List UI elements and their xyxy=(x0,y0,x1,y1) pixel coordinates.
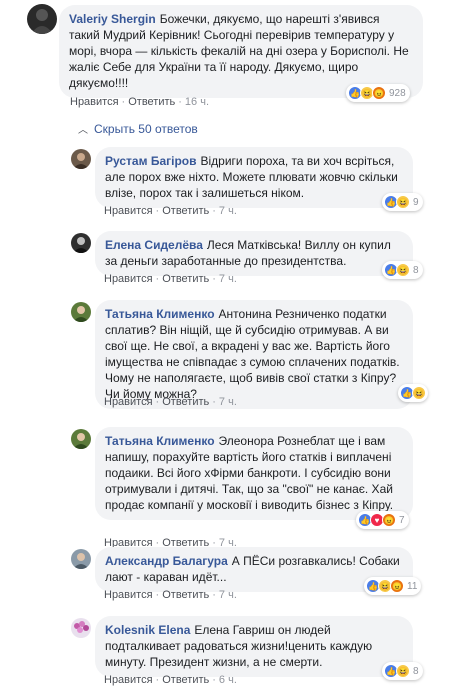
avatar-image xyxy=(74,621,89,633)
avatar[interactable] xyxy=(71,549,91,569)
reaction-summary[interactable]: 👍 ♥ 😠 7 xyxy=(356,511,409,529)
avatar-image xyxy=(73,153,89,169)
avatar-image xyxy=(73,553,89,569)
comment-actions: Нравится · Ответить · 16 ч. xyxy=(70,96,210,108)
reaction-count: 928 xyxy=(389,87,406,99)
avatar[interactable] xyxy=(71,618,91,638)
comment-bubble: Kolesnik Elena Елена Гавриш он людей подт… xyxy=(95,616,413,677)
comment-bubble: Татьяна Клименко Антонина Резниченко пода… xyxy=(95,300,413,409)
comment-author[interactable]: Александр Балагура xyxy=(105,554,228,568)
reaction-summary[interactable]: 👍 😆 9 xyxy=(382,193,423,211)
comment-actions: Нравится · Ответить · 7 ч. xyxy=(104,396,237,408)
avatar-image xyxy=(73,306,89,322)
reply-link[interactable]: Ответить xyxy=(162,589,209,601)
comment-author[interactable]: Татьяна Клименко xyxy=(105,307,215,321)
comment-author[interactable]: Татьяна Клименко xyxy=(105,434,215,448)
like-link[interactable]: Нравится xyxy=(104,396,153,408)
comment-time[interactable]: 7 ч. xyxy=(219,589,237,601)
reaction-summary[interactable]: 👍 😆 xyxy=(398,384,428,402)
like-link[interactable]: Нравится xyxy=(104,205,153,217)
avatar[interactable] xyxy=(27,4,57,34)
comment-actions: Нравится · Ответить · 7 ч. xyxy=(104,273,237,285)
avatar[interactable] xyxy=(71,429,91,449)
comment-author[interactable]: Елена Сиделёва xyxy=(105,238,203,252)
comment-actions: Нравится · Ответить · 6 ч. xyxy=(104,674,237,686)
reply-link[interactable]: Ответить xyxy=(162,674,209,686)
reaction-count: 8 xyxy=(413,665,419,677)
reaction-count: 7 xyxy=(399,514,405,526)
angry-icon: 😠 xyxy=(390,579,404,593)
chevron-up-icon: ︿ xyxy=(78,125,88,136)
like-link[interactable]: Нравится xyxy=(104,674,153,686)
avatar-image xyxy=(31,9,53,34)
hide-replies-label: Скрыть 50 ответов xyxy=(94,121,198,136)
avatar-image xyxy=(73,237,89,253)
comment-bubble: Татьяна Клименко Элеонора Рознеблат ще і … xyxy=(95,427,413,520)
like-link[interactable]: Нравится xyxy=(104,589,153,601)
like-link[interactable]: Нравится xyxy=(70,96,119,108)
comment-author[interactable]: Kolesnik Elena xyxy=(105,623,190,637)
comment-time[interactable]: 6 ч. xyxy=(219,674,237,686)
haha-icon: 😆 xyxy=(396,664,410,678)
avatar-image xyxy=(73,433,89,449)
avatar[interactable] xyxy=(71,149,91,169)
comment-author[interactable]: Valeriy Shergin xyxy=(69,12,156,26)
reaction-summary[interactable]: 👍 😆 😠 11 xyxy=(364,577,422,595)
comment-time[interactable]: 7 ч. xyxy=(219,205,237,217)
reply-link[interactable]: Ответить xyxy=(128,96,175,108)
reply-link[interactable]: Ответить xyxy=(162,396,209,408)
comment-author[interactable]: Рустам Багіров xyxy=(105,154,196,168)
comment-actions: Нравится · Ответить · 7 ч. xyxy=(104,589,237,601)
hide-replies-link[interactable]: ︿ Скрыть 50 ответов xyxy=(78,121,198,137)
reaction-count: 11 xyxy=(407,580,418,592)
reaction-summary[interactable]: 👍 😆 8 xyxy=(382,261,423,279)
angry-icon: 😠 xyxy=(372,86,386,100)
comment-bubble: Елена Сиделёва Леся Матківська! Виллу он … xyxy=(95,231,413,276)
like-link[interactable]: Нравится xyxy=(104,273,153,285)
comment-bubble: Рустам Багіров Відриги пороха, та ви хоч … xyxy=(95,147,413,208)
angry-icon: 😠 xyxy=(382,513,396,527)
reaction-count: 9 xyxy=(413,196,419,208)
reply-link[interactable]: Ответить xyxy=(162,273,209,285)
comment-actions: Нравится · Ответить · 7 ч. xyxy=(104,205,237,217)
haha-icon: 😆 xyxy=(396,263,410,277)
haha-icon: 😆 xyxy=(396,195,410,209)
comment-time[interactable]: 16 ч. xyxy=(185,96,209,108)
haha-icon: 😆 xyxy=(412,386,426,400)
comment-text: Антонина Резниченко податки сплатив? Він… xyxy=(105,307,400,401)
avatar[interactable] xyxy=(71,233,91,253)
avatar[interactable] xyxy=(71,302,91,322)
reaction-summary[interactable]: 👍 😆 😠 928 xyxy=(346,84,410,102)
reaction-summary[interactable]: 👍 😆 8 xyxy=(382,662,423,680)
comment-time[interactable]: 7 ч. xyxy=(219,273,237,285)
reply-link[interactable]: Ответить xyxy=(162,205,209,217)
reaction-count: 8 xyxy=(413,264,419,276)
comment: Valeriy Shergin Божечки, дякуємо, що наре… xyxy=(0,0,451,115)
comment-time[interactable]: 7 ч. xyxy=(219,396,237,408)
